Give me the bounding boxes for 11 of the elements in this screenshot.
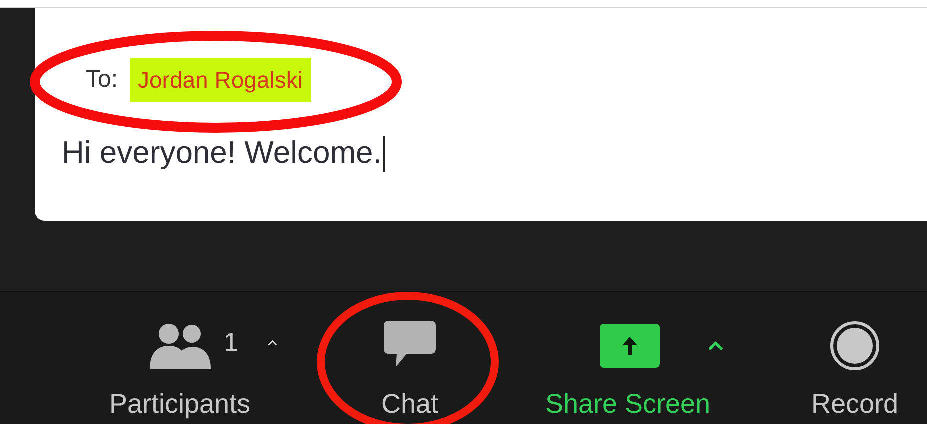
to-label: To:	[86, 65, 118, 96]
share-screen-button[interactable]: Share Screen	[545, 384, 711, 424]
record-button[interactable]: Record	[811, 384, 899, 424]
share-screen-icon	[600, 324, 660, 368]
message-field[interactable]: Hi everyone! Welcome.	[62, 130, 762, 177]
people-icon	[150, 322, 212, 368]
participant-count: 1	[224, 326, 238, 359]
recipient-name[interactable]: Jordan Rogalski	[130, 58, 311, 102]
participants-button[interactable]: Participants	[109, 384, 251, 424]
chat-button[interactable]: Chat	[381, 384, 439, 424]
record-icon	[829, 320, 881, 372]
